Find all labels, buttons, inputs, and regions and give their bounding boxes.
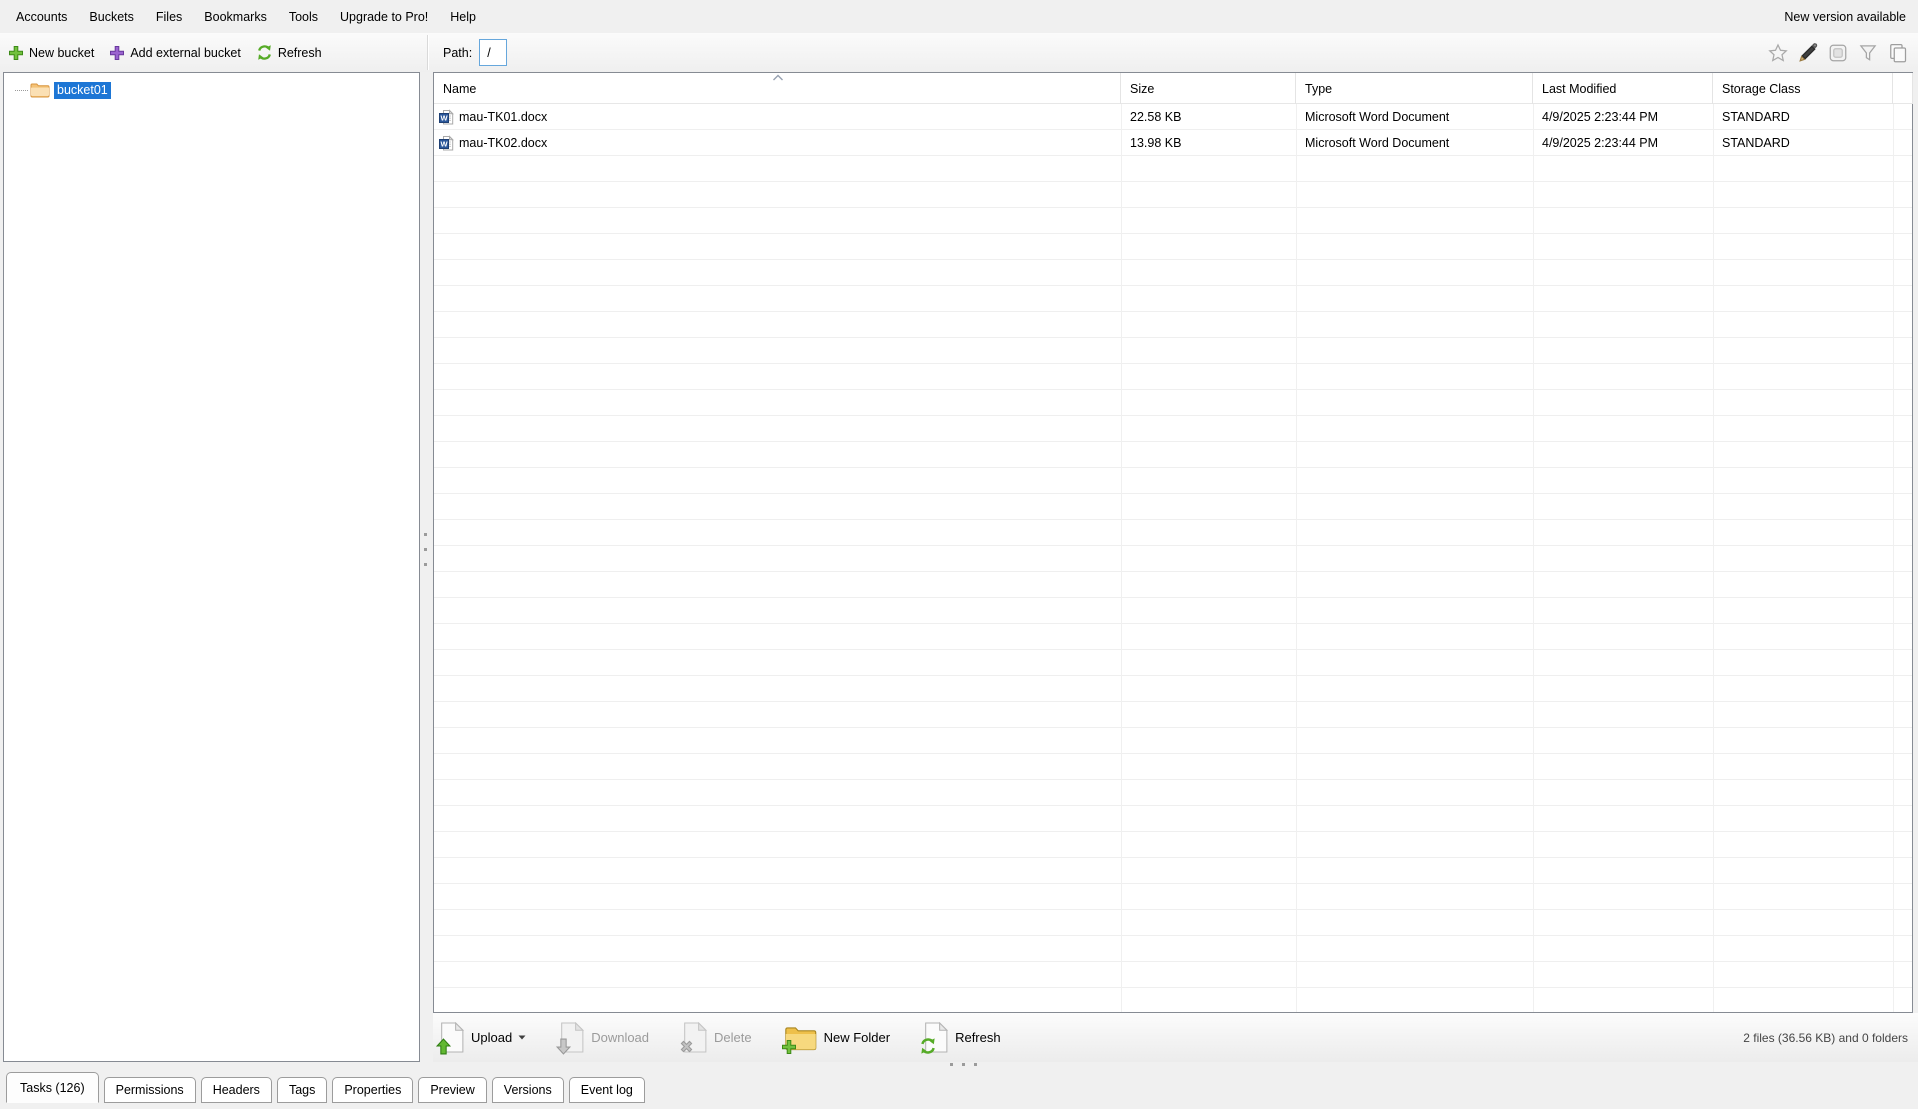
path-input[interactable] — [479, 39, 507, 66]
bucket-name-selected[interactable]: bucket01 — [54, 82, 111, 99]
column-header-type[interactable]: Type — [1296, 73, 1533, 104]
favorites-star-icon[interactable] — [1768, 43, 1788, 63]
cell-storage_class: STANDARD — [1713, 130, 1893, 156]
tab-versions[interactable]: Versions — [492, 1077, 564, 1103]
menu-item-files[interactable]: Files — [145, 5, 193, 29]
new-folder-button[interactable]: New Folder — [784, 1022, 890, 1053]
refresh-buckets-button[interactable]: Refresh — [256, 44, 322, 61]
file-list-header: NameSizeTypeLast ModifiedStorage Class — [434, 73, 1912, 104]
copy-pages-icon[interactable] — [1888, 43, 1908, 63]
tab-preview[interactable]: Preview — [418, 1077, 486, 1103]
edit-pencil-icon[interactable] — [1798, 43, 1818, 63]
tab-headers[interactable]: Headers — [201, 1077, 272, 1103]
menu-item-bookmarks[interactable]: Bookmarks — [193, 5, 278, 29]
column-grid-line — [1713, 104, 1714, 1012]
s3-browser-window: AccountsBucketsFilesBookmarksToolsUpgrad… — [0, 0, 1918, 1109]
menu-item-accounts[interactable]: Accounts — [5, 5, 78, 29]
tab-permissions[interactable]: Permissions — [104, 1077, 196, 1103]
cell-size: 22.58 KB — [1121, 104, 1296, 130]
buckets-tree-panel: bucket01 — [3, 72, 420, 1062]
menu-item-upgrade-to-pro[interactable]: Upgrade to Pro! — [329, 5, 439, 29]
path-label: Path: — [443, 46, 472, 60]
cell-last_modified: 4/9/2025 2:23:44 PM — [1533, 104, 1713, 130]
filter-funnel-icon[interactable] — [1858, 43, 1878, 63]
column-header-storage_class[interactable]: Storage Class — [1713, 73, 1893, 104]
cell-last_modified: 4/9/2025 2:23:44 PM — [1533, 130, 1713, 156]
new-version-available[interactable]: New version available — [1784, 0, 1906, 33]
tab-tasks-126[interactable]: Tasks (126) — [6, 1072, 99, 1103]
file-name-text: mau-TK02.docx — [459, 130, 547, 156]
green-plus-icon — [8, 45, 24, 61]
vertical-splitter-grip[interactable] — [424, 533, 427, 536]
table-row[interactable]: W mau-TK02.docx13.98 KBMicrosoft Word Do… — [434, 130, 1912, 156]
new-bucket-button[interactable]: New bucket — [8, 45, 94, 61]
word-document-icon: W — [439, 109, 455, 125]
upload-dropdown-caret[interactable] — [518, 1035, 526, 1040]
toolbar-separator — [427, 35, 428, 70]
cell-type: Microsoft Word Document — [1296, 130, 1533, 156]
horizontal-splitter-grip[interactable] — [950, 1063, 953, 1066]
column-grid-line — [1533, 104, 1534, 1012]
column-header-blank[interactable] — [1893, 73, 1913, 104]
cell-name: W mau-TK01.docx — [434, 104, 1121, 130]
purple-plus-icon — [109, 45, 125, 61]
tab-event-log[interactable]: Event log — [569, 1077, 645, 1103]
menu-bar: AccountsBucketsFilesBookmarksToolsUpgrad… — [0, 0, 1918, 33]
bottom-tab-strip: Tasks (126)PermissionsHeadersTagsPropert… — [0, 1072, 1918, 1109]
column-header-name[interactable]: Name — [434, 73, 1121, 104]
download-icon — [558, 1022, 585, 1053]
word-document-icon: W — [439, 135, 455, 151]
delete-icon — [681, 1022, 708, 1053]
refresh-icon — [256, 44, 273, 61]
tree-branch-line — [15, 90, 28, 91]
bucket-toolbar: New bucket Add external bucket Refresh — [0, 33, 1918, 72]
download-button[interactable]: Download — [558, 1022, 649, 1053]
cell-size: 13.98 KB — [1121, 130, 1296, 156]
bucket-folder-icon — [30, 82, 50, 98]
delete-button[interactable]: Delete — [681, 1022, 752, 1053]
upload-button[interactable]: Upload — [438, 1022, 526, 1053]
upload-icon — [438, 1022, 465, 1053]
menu-items: AccountsBucketsFilesBookmarksToolsUpgrad… — [5, 10, 487, 24]
file-list-body: W mau-TK01.docx22.58 KBMicrosoft Word Do… — [434, 104, 1912, 1012]
new-folder-icon — [784, 1022, 818, 1053]
menu-item-help[interactable]: Help — [439, 5, 487, 29]
svg-text:W: W — [440, 140, 448, 149]
column-grid-line — [1296, 104, 1297, 1012]
file-name-text: mau-TK01.docx — [459, 104, 547, 130]
refresh-files-button[interactable]: Refresh — [922, 1022, 1001, 1053]
cell-type: Microsoft Word Document — [1296, 104, 1533, 130]
tab-properties[interactable]: Properties — [332, 1077, 413, 1103]
cell-storage_class: STANDARD — [1713, 104, 1893, 130]
tab-tags[interactable]: Tags — [277, 1077, 327, 1103]
add-external-bucket-button[interactable]: Add external bucket — [109, 45, 241, 61]
column-grid-line — [1121, 104, 1122, 1012]
svg-text:W: W — [440, 114, 448, 123]
column-header-last_modified[interactable]: Last Modified — [1533, 73, 1713, 104]
select-rectangle-icon[interactable] — [1828, 43, 1848, 63]
cell-name: W mau-TK02.docx — [434, 130, 1121, 156]
refresh-files-icon — [922, 1022, 949, 1053]
column-header-size[interactable]: Size — [1121, 73, 1296, 104]
menu-item-buckets[interactable]: Buckets — [78, 5, 144, 29]
file-list-panel: NameSizeTypeLast ModifiedStorage Class W… — [433, 72, 1913, 1013]
selection-summary: 2 files (36.56 KB) and 0 folders — [1743, 1013, 1908, 1062]
menu-item-tools[interactable]: Tools — [278, 5, 329, 29]
tree-item-bucket01[interactable]: bucket01 — [15, 80, 111, 100]
table-row[interactable]: W mau-TK01.docx22.58 KBMicrosoft Word Do… — [434, 104, 1912, 130]
column-grid-line — [1893, 104, 1894, 1012]
file-actions-toolbar: Upload Download Delete New Folder — [433, 1013, 1918, 1062]
